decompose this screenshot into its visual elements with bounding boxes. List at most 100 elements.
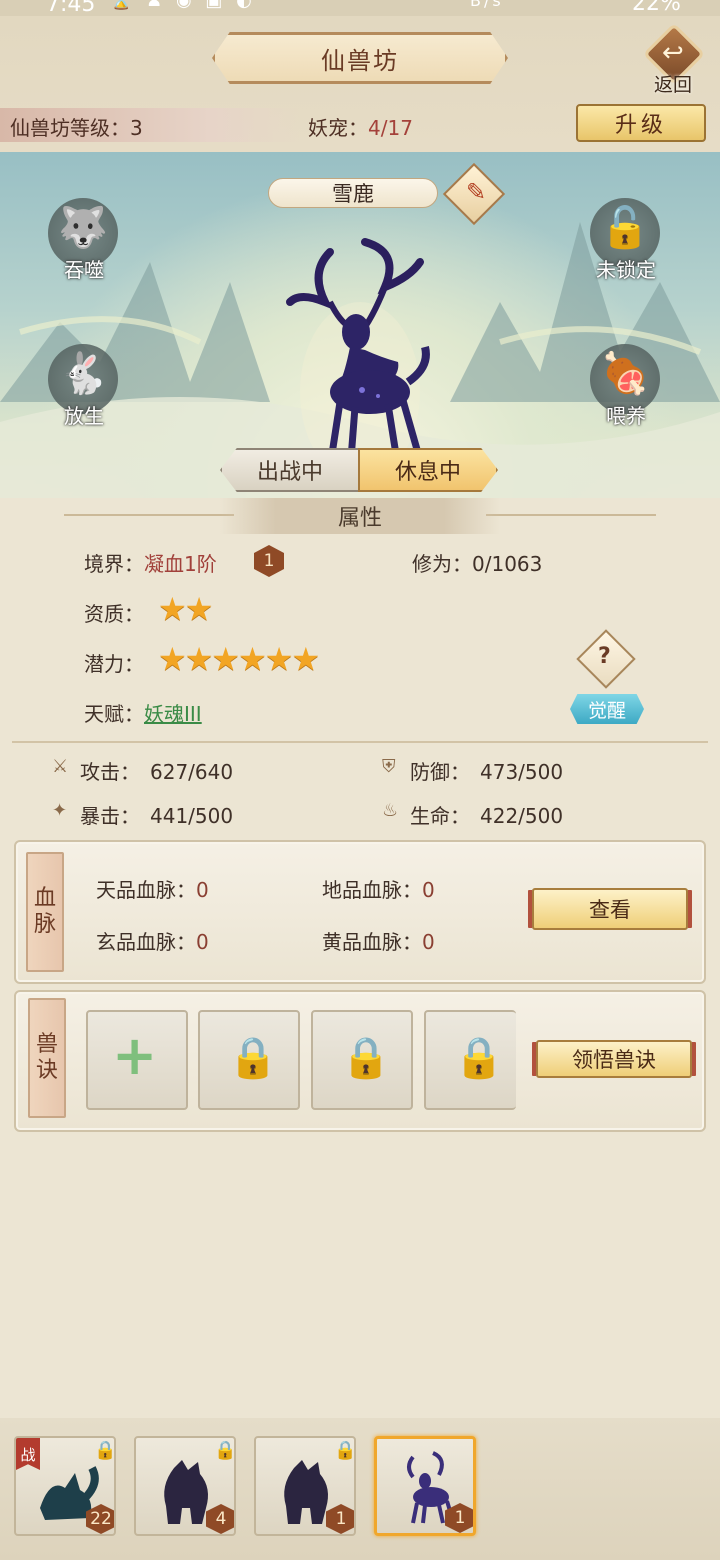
potential-label: 潜力： [84, 652, 144, 676]
battery-level: 22% [632, 0, 681, 16]
lock-icon: 🔒 [228, 1035, 278, 1081]
lock-label: 未锁定 [596, 258, 656, 282]
potential-stars: ★★★★★★ [158, 640, 320, 678]
plus-icon: + [112, 1024, 158, 1087]
back-arrow-icon: ↩ [662, 38, 684, 68]
release-button[interactable]: 🐇 放生 [44, 344, 124, 434]
defense-label: 防御： [410, 760, 470, 784]
talent-link[interactable]: 妖魂III [144, 702, 202, 726]
aptitude-label: 资质： [84, 602, 144, 626]
heaven-bloodline-label: 天品血脉： [96, 878, 196, 902]
star-icon: ★ [158, 640, 187, 678]
hp-icon: ♨ [382, 800, 399, 821]
mystic-bloodline-value: 0 [196, 930, 209, 954]
attack-value: 627/640 [150, 760, 234, 784]
pet-card[interactable]: 战 🔒 22 [14, 1436, 116, 1536]
crit-label: 暴击： [80, 804, 140, 828]
in-battle-toggle[interactable]: 出战中 [220, 448, 360, 492]
feed-button[interactable]: 🍖 喂养 [586, 344, 666, 434]
lock-icon: 🔒 [454, 1035, 504, 1081]
yellow-bloodline-label: 黄品血脉： [322, 930, 422, 954]
divider [12, 741, 708, 743]
hp-value: 422/500 [480, 804, 564, 828]
earth-bloodline-label: 地品血脉： [322, 878, 422, 902]
star-icon: ★ [158, 590, 187, 628]
attack-stat: 攻击： 627/640 [80, 756, 233, 785]
talent-label: 天赋： [84, 702, 144, 726]
realm-badge: 1 [254, 545, 284, 577]
attributes-header: 属性 [220, 498, 500, 534]
hp-label: 生命： [410, 804, 470, 828]
heaven-bloodline: 天品血脉：0 [96, 874, 209, 903]
defense-value: 473/500 [480, 760, 564, 784]
status-time: 7:45 [46, 0, 96, 16]
pet-card-selected[interactable]: 1 [374, 1436, 476, 1536]
back-label: 返回 [654, 74, 693, 96]
crit-stat: 暴击： 441/500 [80, 800, 233, 829]
learn-skill-button[interactable]: 领悟兽诀 [536, 1040, 692, 1078]
star-icon: ★ [184, 590, 214, 628]
wolf-head-icon: 🐺 [58, 205, 108, 251]
devour-button[interactable]: 🐺 吞噬 [44, 198, 124, 288]
question-icon: ? [598, 644, 611, 669]
resting-toggle[interactable]: 休息中 [358, 448, 498, 492]
attr-header-line-left [64, 514, 234, 516]
yellow-bloodline: 黄品血脉：0 [322, 926, 435, 955]
back-button[interactable]: ↩ 返回 [642, 22, 708, 96]
pet-count: 妖宠：4/17 [308, 112, 413, 141]
network-speed: B/s [470, 0, 504, 10]
pet-card[interactable]: 🔒 1 [254, 1436, 356, 1536]
workshop-level-value: 3 [130, 116, 143, 140]
rabbit-icon: 🐇 [58, 351, 108, 397]
meat-icon: 🍖 [600, 351, 650, 397]
awaken-button[interactable]: 觉醒 [570, 694, 644, 724]
sword-icon: ⚔ [52, 756, 69, 777]
release-label: 放生 [64, 404, 104, 428]
page-title: 仙兽坊 [212, 32, 508, 84]
workshop-level: 仙兽坊等级：3 [10, 112, 143, 141]
skill-slot-locked[interactable]: 🔒 [424, 1010, 516, 1110]
pet-scene: 雪鹿 ✎ 🐺 吞噬 🔓 未锁定 🐇 放生 🍖 喂养 出战中 休息中 [0, 152, 720, 498]
star-icon: ★ [184, 640, 214, 678]
feed-label: 喂养 [606, 404, 646, 428]
pet-card[interactable]: 🔒 4 [134, 1436, 236, 1536]
talent-row: 天赋：妖魂III [84, 698, 202, 727]
crit-value: 441/500 [150, 804, 234, 828]
cultivation-value: 0/1063 [472, 552, 543, 576]
star-icon: ★ [211, 640, 240, 678]
cultivation-label: 修为： [412, 552, 472, 576]
aptitude-stars: ★★ [158, 590, 214, 628]
heaven-bloodline-value: 0 [196, 878, 209, 902]
attack-label: 攻击： [80, 760, 140, 784]
mystic-bloodline: 玄品血脉：0 [96, 926, 209, 955]
cultivation-row: 修为：0/1063 [412, 548, 542, 577]
lock-button[interactable]: 🔓 未锁定 [586, 198, 666, 288]
pet-name: 雪鹿 [268, 178, 438, 208]
realm-label: 境界： [84, 552, 144, 576]
realm-value: 凝血1阶 [144, 552, 217, 576]
skill-slot-add[interactable]: + [86, 1010, 188, 1110]
lock-icon: 🔒 [341, 1035, 391, 1081]
skill-slot-locked[interactable]: 🔒 [311, 1010, 413, 1110]
upgrade-button[interactable]: 升级 [576, 104, 706, 142]
status-notification-icons: ⌛ ♟ ◉ ▣ ◐ [110, 0, 256, 11]
shield-icon: ⛨ [382, 756, 396, 777]
skill-slot-locked[interactable]: 🔒 [198, 1010, 300, 1110]
crit-icon: ✦ [52, 800, 68, 821]
unlocked-icon: 🔓 [600, 205, 650, 251]
earth-bloodline-value: 0 [422, 878, 435, 902]
star-icon: ★ [264, 640, 294, 678]
star-icon: ★ [238, 640, 267, 678]
view-bloodline-button[interactable]: 查看 [532, 888, 688, 930]
status-bar: 7:45 ⌛ ♟ ◉ ▣ ◐ B/s 22% [0, 0, 720, 16]
attr-header-line-right [486, 514, 656, 516]
defense-stat: 防御： 473/500 [410, 756, 563, 785]
brush-icon: ✎ [466, 178, 487, 206]
devour-label: 吞噬 [64, 258, 104, 282]
beast-skill-tab: 兽诀 [28, 998, 66, 1118]
battle-mode-switch: 出战中 休息中 [220, 448, 498, 492]
pet-count-value: 4/17 [368, 116, 413, 140]
hp-stat: 生命： 422/500 [410, 800, 563, 829]
pet-count-label: 妖宠： [308, 116, 368, 140]
bloodline-tab: 血脉 [26, 852, 64, 972]
